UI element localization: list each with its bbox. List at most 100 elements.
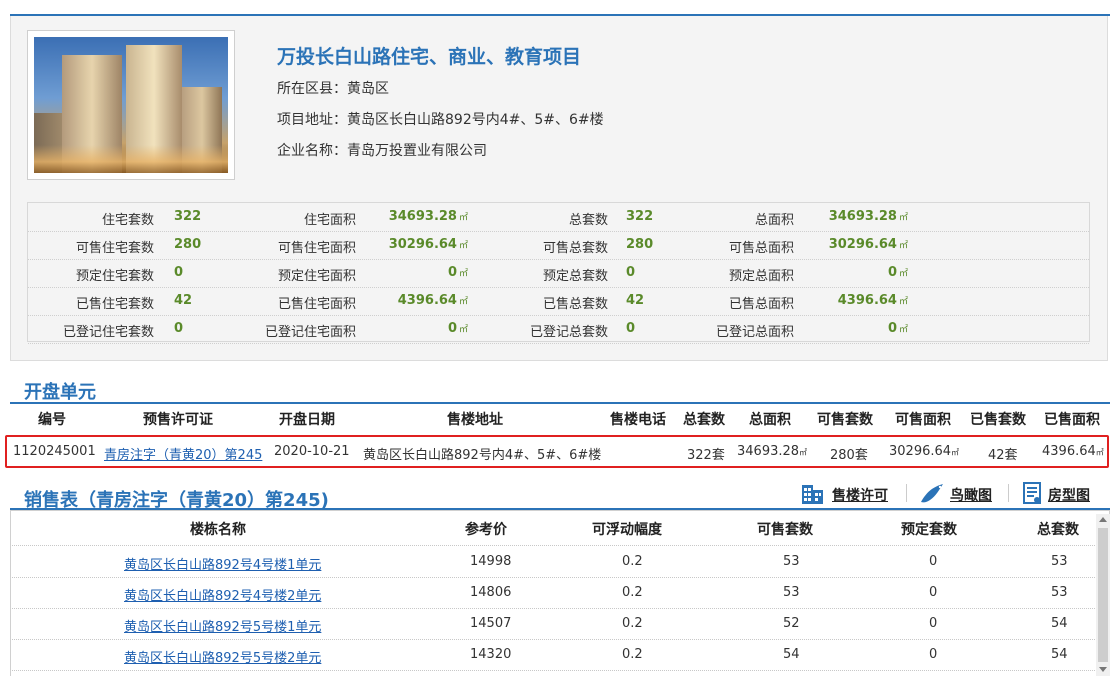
address-label: 项目地址： (277, 112, 347, 128)
building-name-link[interactable]: 黄岛区长白山路892号4号楼2单元 (124, 585, 321, 604)
sales-cell: 0 (929, 585, 938, 600)
scroll-down-arrow-icon[interactable] (1099, 667, 1107, 672)
sales-cell: 0.2 (622, 585, 643, 600)
sales-column-header: 楼栋名称 (190, 522, 246, 538)
area-unit: ㎡ (898, 325, 908, 335)
building-photo[interactable] (34, 37, 228, 173)
project-title: 万投长白山路住宅、商业、教育项目 (277, 46, 582, 68)
kaipan-id: 1120245001 (13, 444, 96, 459)
sales-cell: 14320 (470, 647, 512, 662)
kaipan-column-header: 已售套数 (970, 412, 1026, 428)
sales-column-header: 可浮动幅度 (592, 522, 662, 538)
sales-cell: 0 (929, 647, 938, 662)
sales-cell: 54 (783, 647, 800, 662)
building-name-link[interactable]: 黄岛区长白山路892号4号楼1单元 (124, 554, 321, 573)
kaipan-column-header: 开盘日期 (279, 412, 335, 428)
sales-cell: 0.2 (622, 647, 643, 662)
address-line: 项目地址：黄岛区长白山路892号内4#、5#、6#楼 (277, 109, 604, 129)
kaipan-total-units: 322套 (687, 448, 725, 463)
stats-row: 可售住宅套数 280 可售住宅面积 30296.64 ㎡可售总套数 280 可售总面积 302… (28, 231, 1089, 260)
kaipan-date: 2020-10-21 (274, 444, 350, 459)
stats-row: 预定住宅套数 0 预定住宅面积 0 ㎡预定总套数 0 预定总面积 0 ㎡ (28, 259, 1089, 288)
area-unit: ㎡ (799, 448, 808, 457)
toolbar-divider (906, 484, 907, 502)
project-panel: 万投长白山路住宅、商业、教育项目 所在区县：黄岛区 项目地址：黄岛区长白山路89… (10, 16, 1108, 361)
stats-value: 30296.64 ㎡ (828, 237, 908, 252)
stats-row: 已售住宅套数 42 已售住宅面积 4396.64 ㎡已售总套数 42 已售总面积 4396.6… (28, 287, 1089, 316)
sales-cell: 53 (783, 585, 800, 600)
scroll-thumb[interactable] (1098, 528, 1108, 662)
area-unit: ㎡ (898, 297, 908, 307)
sales-cell: 54 (1051, 647, 1068, 662)
sales-column-header: 可售套数 (757, 522, 813, 538)
document-icon (1020, 481, 1044, 509)
kaipan-address: 黄岛区长白山路892号内4#、5#、6#楼 (363, 448, 602, 463)
sales-cell: 0.2 (622, 554, 643, 569)
stats-table: 住宅套数 322 住宅面积 34693.28 ㎡总套数 322 总面积 34693.28 ㎡可售… (27, 202, 1090, 344)
sales-column-header: 总套数 (1037, 522, 1079, 538)
company-label: 企业名称： (277, 143, 347, 159)
floorplan-tool-label: 房型图 (1048, 488, 1090, 504)
sales-column-header: 预定套数 (901, 522, 957, 538)
area-unit: ㎡ (898, 269, 908, 279)
aerial-tool-label: 鸟瞰图 (950, 488, 992, 504)
company-line: 企业名称：青岛万投置业有限公司 (277, 140, 487, 160)
kaipan-column-header: 售楼电话 (610, 412, 666, 428)
sales-cell: 14507 (470, 616, 512, 631)
area-unit: ㎡ (951, 448, 960, 457)
stats-value: 34693.28 ㎡ (828, 209, 908, 224)
building-name-link[interactable]: 黄岛区长白山路892号5号楼1单元 (124, 616, 321, 635)
row-divider (12, 670, 1095, 671)
stats-label: 预定总面积 (728, 269, 794, 284)
company-value: 青岛万投置业有限公司 (347, 143, 487, 159)
kaipan-column-header: 总套数 (683, 412, 725, 428)
kaipan-sold-units: 42套 (988, 448, 1018, 463)
district-line: 所在区县：黄岛区 (277, 78, 389, 98)
kaipan-total-area-value: 34693.28 (737, 444, 800, 459)
district-label: 所在区县： (277, 81, 347, 97)
aerial-tool-button[interactable]: 鸟瞰图 (918, 481, 992, 509)
row-divider (12, 608, 1095, 609)
area-unit: ㎡ (898, 241, 908, 251)
stats-row: 已登记住宅套数 0 已登记住宅面积 0 ㎡已登记总套数 0 已登记总面积 0 ㎡ (28, 315, 1089, 344)
sales-cell: 14998 (470, 554, 512, 569)
kaipan-permit-link[interactable]: 青房注字（青黄20）第245 (104, 444, 262, 463)
sales-cell: 52 (783, 616, 800, 631)
row-divider (12, 639, 1095, 640)
kaipan-column-header: 可售套数 (817, 412, 873, 428)
kaipan-column-header: 预售许可证 (143, 412, 213, 428)
sales-cell: 14806 (470, 585, 512, 600)
photo-glow (34, 145, 228, 173)
sales-scrollbar[interactable] (1096, 514, 1110, 676)
scroll-up-arrow-icon[interactable] (1099, 517, 1107, 522)
kaipan-total-area: 34693.28㎡ (737, 444, 807, 459)
sales-cell: 53 (1051, 585, 1068, 600)
district-value: 黄岛区 (347, 81, 389, 97)
permit-tool-button[interactable]: 售楼许可 (800, 481, 888, 509)
sales-column-header: 参考价 (465, 522, 507, 538)
kaipan-avail-area: 30296.64㎡ (889, 444, 959, 459)
stats-label: 已售总面积 (728, 297, 794, 312)
row-divider (12, 577, 1095, 578)
stats-value: 4396.64 ㎡ (837, 293, 908, 308)
kaipan-sold-area-value: 4396.64 (1042, 444, 1096, 459)
floorplan-tool-button[interactable]: 房型图 (1020, 481, 1090, 509)
address-value: 黄岛区长白山路892号内4#、5#、6#楼 (347, 112, 604, 128)
area-unit: ㎡ (898, 213, 908, 223)
row-divider (12, 545, 1095, 546)
kaipan-column-header: 总面积 (749, 412, 791, 428)
kaipan-column-header: 已售面积 (1044, 412, 1100, 428)
sales-cell: 53 (1051, 554, 1068, 569)
kaipan-avail-area-value: 30296.64 (889, 444, 952, 459)
building-icon (800, 481, 828, 509)
stats-label: 已登记总面积 (715, 325, 794, 340)
kaipan-sold-area: 4396.64㎡ (1042, 444, 1104, 459)
sales-cell: 0 (929, 554, 938, 569)
kaipan-column-header: 售楼地址 (447, 412, 503, 428)
project-photo-frame (27, 30, 235, 180)
kaipan-heading: 开盘单元 (24, 382, 96, 403)
stats-row: 住宅套数 322 住宅面积 34693.28 ㎡总套数 322 总面积 34693.28 ㎡ (28, 203, 1089, 232)
building-name-link[interactable]: 黄岛区长白山路892号5号楼2单元 (124, 647, 321, 666)
kaipan-heading-line (10, 402, 1110, 404)
sales-cell: 0.2 (622, 616, 643, 631)
